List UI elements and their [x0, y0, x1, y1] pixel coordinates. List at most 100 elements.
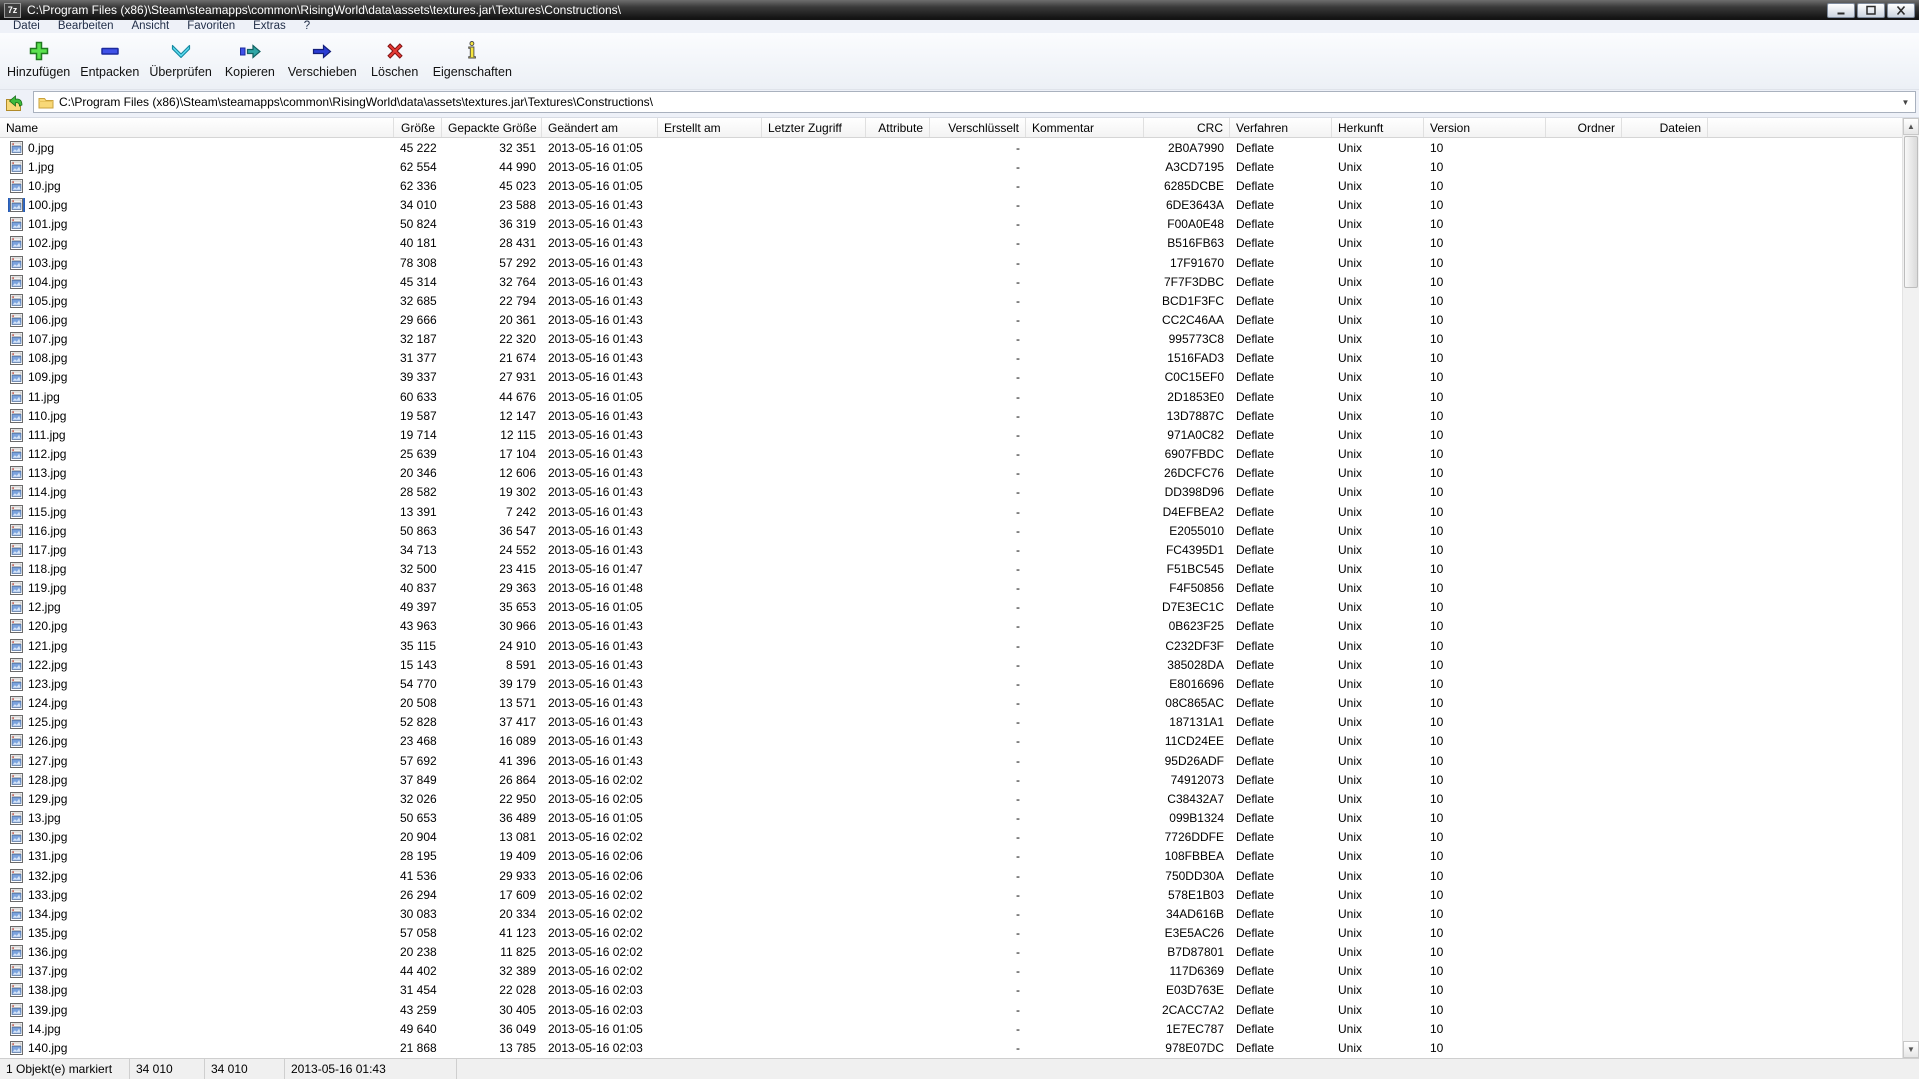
move-button[interactable]: Verschieben — [283, 37, 362, 81]
cell-name[interactable]: 122.jpg — [0, 657, 394, 672]
column-header-comment[interactable]: Kommentar — [1026, 118, 1144, 137]
cell-name[interactable]: 1.jpg — [0, 159, 394, 174]
cell-name[interactable]: 100.jpg — [0, 198, 394, 213]
scrollbar-thumb[interactable] — [1904, 136, 1918, 288]
table-row[interactable]: 121.jpg 35 115 24 910 2013-05-16 01:43 - C232… — [0, 636, 1902, 655]
cell-name[interactable]: 133.jpg — [0, 887, 394, 902]
column-header-created[interactable]: Erstellt am — [658, 118, 762, 137]
column-header-size[interactable]: Größe — [394, 118, 442, 137]
table-row[interactable]: 135.jpg 57 058 41 123 2013-05-16 02:02 - E3E5… — [0, 923, 1902, 942]
table-row[interactable]: 118.jpg 32 500 23 415 2013-05-16 01:47 - F51B… — [0, 559, 1902, 578]
table-row[interactable]: 120.jpg 43 963 30 966 2013-05-16 01:43 - 0B62… — [0, 617, 1902, 636]
column-header-host[interactable]: Herkunft — [1332, 118, 1424, 137]
table-row[interactable]: 11.jpg 60 633 44 676 2013-05-16 01:05 - 2D185… — [0, 387, 1902, 406]
table-row[interactable]: 119.jpg 40 837 29 363 2013-05-16 01:48 - F4F5… — [0, 579, 1902, 598]
cell-name[interactable]: 118.jpg — [0, 562, 394, 577]
menu-ansicht[interactable]: Ansicht — [122, 20, 178, 33]
table-row[interactable]: 14.jpg 49 640 36 049 2013-05-16 01:05 - 1E7EC… — [0, 1019, 1902, 1038]
delete-button[interactable]: Löschen — [362, 37, 428, 81]
cell-name[interactable]: 136.jpg — [0, 945, 394, 960]
table-row[interactable]: 108.jpg 31 377 21 674 2013-05-16 01:43 - 1516… — [0, 349, 1902, 368]
cell-name[interactable]: 10.jpg — [0, 178, 394, 193]
table-row[interactable]: 100.jpg 34 010 23 588 2013-05-16 01:43 - 6DE3… — [0, 195, 1902, 214]
table-row[interactable]: 132.jpg 41 536 29 933 2013-05-16 02:06 - 750D… — [0, 866, 1902, 885]
table-row[interactable]: 124.jpg 20 508 13 571 2013-05-16 01:43 - 08C8… — [0, 694, 1902, 713]
cell-name[interactable]: 102.jpg — [0, 236, 394, 251]
cell-name[interactable]: 109.jpg — [0, 370, 394, 385]
column-header-version[interactable]: Version — [1424, 118, 1546, 137]
cell-name[interactable]: 130.jpg — [0, 830, 394, 845]
cell-name[interactable]: 134.jpg — [0, 906, 394, 921]
test-button[interactable]: Überprüfen — [144, 37, 217, 81]
cell-name[interactable]: 105.jpg — [0, 293, 394, 308]
column-header-accessed[interactable]: Letzter Zugriff — [762, 118, 866, 137]
table-row[interactable]: 136.jpg 20 238 11 825 2013-05-16 02:02 - B7D8… — [0, 943, 1902, 962]
cell-name[interactable]: 123.jpg — [0, 676, 394, 691]
table-row[interactable]: 106.jpg 29 666 20 361 2013-05-16 01:43 - CC2C… — [0, 310, 1902, 329]
cell-name[interactable]: 138.jpg — [0, 983, 394, 998]
table-row[interactable]: 13.jpg 50 653 36 489 2013-05-16 01:05 - 099B1… — [0, 808, 1902, 827]
cell-name[interactable]: 103.jpg — [0, 255, 394, 270]
cell-name[interactable]: 0.jpg — [0, 140, 394, 155]
table-row[interactable]: 116.jpg 50 863 36 547 2013-05-16 01:43 - E205… — [0, 521, 1902, 540]
table-row[interactable]: 138.jpg 31 454 22 028 2013-05-16 02:03 - E03D… — [0, 981, 1902, 1000]
menu-datei[interactable]: Datei — [4, 20, 49, 33]
table-row[interactable]: 139.jpg 43 259 30 405 2013-05-16 02:03 - 2CAC… — [0, 1000, 1902, 1019]
table-row[interactable]: 125.jpg 52 828 37 417 2013-05-16 01:43 - 1871… — [0, 713, 1902, 732]
menu-favoriten[interactable]: Favoriten — [178, 20, 244, 33]
table-row[interactable]: 137.jpg 44 402 32 389 2013-05-16 02:02 - 117D… — [0, 962, 1902, 981]
column-header-crc[interactable]: CRC — [1144, 118, 1230, 137]
cell-name[interactable]: 107.jpg — [0, 332, 394, 347]
cell-name[interactable]: 108.jpg — [0, 351, 394, 366]
minimize-button[interactable] — [1827, 2, 1855, 18]
table-row[interactable]: 134.jpg 30 083 20 334 2013-05-16 02:02 - 34AD… — [0, 904, 1902, 923]
cell-name[interactable]: 114.jpg — [0, 485, 394, 500]
maximize-button[interactable] — [1857, 2, 1885, 18]
table-row[interactable]: 122.jpg 15 143 8 591 2013-05-16 01:43 - 38502… — [0, 655, 1902, 674]
cell-name[interactable]: 139.jpg — [0, 1002, 394, 1017]
cell-name[interactable]: 12.jpg — [0, 600, 394, 615]
cell-name[interactable]: 111.jpg — [0, 427, 394, 442]
scroll-down-icon[interactable]: ▼ — [1903, 1041, 1919, 1058]
extract-button[interactable]: Entpacken — [75, 37, 144, 81]
cell-name[interactable]: 119.jpg — [0, 581, 394, 596]
cell-name[interactable]: 137.jpg — [0, 964, 394, 979]
column-header-folders[interactable]: Ordner — [1546, 118, 1622, 137]
table-row[interactable]: 101.jpg 50 824 36 319 2013-05-16 01:43 - F00A… — [0, 215, 1902, 234]
table-row[interactable]: 129.jpg 32 026 22 950 2013-05-16 02:05 - C384… — [0, 789, 1902, 808]
address-field[interactable]: C:\Program Files (x86)\Steam\steamapps\c… — [33, 91, 1916, 113]
cell-name[interactable]: 132.jpg — [0, 868, 394, 883]
vertical-scrollbar[interactable]: ▲ ▼ — [1902, 118, 1919, 1058]
properties-button[interactable]: i Eigenschaften — [428, 37, 517, 81]
table-row[interactable]: 104.jpg 45 314 32 764 2013-05-16 01:43 - 7F7F… — [0, 272, 1902, 291]
column-header-encrypted[interactable]: Verschlüsselt — [930, 118, 1026, 137]
table-row[interactable]: 140.jpg 21 868 13 785 2013-05-16 02:03 - 978E… — [0, 1038, 1902, 1057]
copy-button[interactable]: Kopieren — [217, 37, 283, 81]
cell-name[interactable]: 140.jpg — [0, 1040, 394, 1055]
table-row[interactable]: 109.jpg 39 337 27 931 2013-05-16 01:43 - C0C1… — [0, 368, 1902, 387]
cell-name[interactable]: 116.jpg — [0, 523, 394, 538]
table-row[interactable]: 105.jpg 32 685 22 794 2013-05-16 01:43 - BCD1… — [0, 291, 1902, 310]
cell-name[interactable]: 104.jpg — [0, 274, 394, 289]
table-row[interactable]: 131.jpg 28 195 19 409 2013-05-16 02:06 - 108F… — [0, 847, 1902, 866]
cell-name[interactable]: 121.jpg — [0, 638, 394, 653]
add-button[interactable]: Hinzufügen — [2, 37, 75, 81]
table-row[interactable]: 123.jpg 54 770 39 179 2013-05-16 01:43 - E801… — [0, 674, 1902, 693]
scroll-up-icon[interactable]: ▲ — [1903, 118, 1919, 135]
column-header-modified[interactable]: Geändert am — [542, 118, 658, 137]
table-row[interactable]: 10.jpg 62 336 45 023 2013-05-16 01:05 - 6285D… — [0, 176, 1902, 195]
cell-name[interactable]: 13.jpg — [0, 811, 394, 826]
cell-name[interactable]: 115.jpg — [0, 504, 394, 519]
table-row[interactable]: 1.jpg 62 554 44 990 2013-05-16 01:05 - A3CD71… — [0, 157, 1902, 176]
cell-name[interactable]: 101.jpg — [0, 217, 394, 232]
column-header-method[interactable]: Verfahren — [1230, 118, 1332, 137]
scrollbar-track[interactable] — [1903, 135, 1919, 1041]
table-row[interactable]: 107.jpg 32 187 22 320 2013-05-16 01:43 - 9957… — [0, 330, 1902, 349]
column-header-files[interactable]: Dateien — [1622, 118, 1708, 137]
cell-name[interactable]: 125.jpg — [0, 715, 394, 730]
cell-name[interactable]: 126.jpg — [0, 734, 394, 749]
table-row[interactable]: 127.jpg 57 692 41 396 2013-05-16 01:43 - 95D2… — [0, 751, 1902, 770]
table-row[interactable]: 12.jpg 49 397 35 653 2013-05-16 01:05 - D7E3E… — [0, 598, 1902, 617]
menu-bearbeiten[interactable]: Bearbeiten — [49, 20, 123, 33]
table-row[interactable]: 113.jpg 20 346 12 606 2013-05-16 01:43 - 26DC… — [0, 464, 1902, 483]
